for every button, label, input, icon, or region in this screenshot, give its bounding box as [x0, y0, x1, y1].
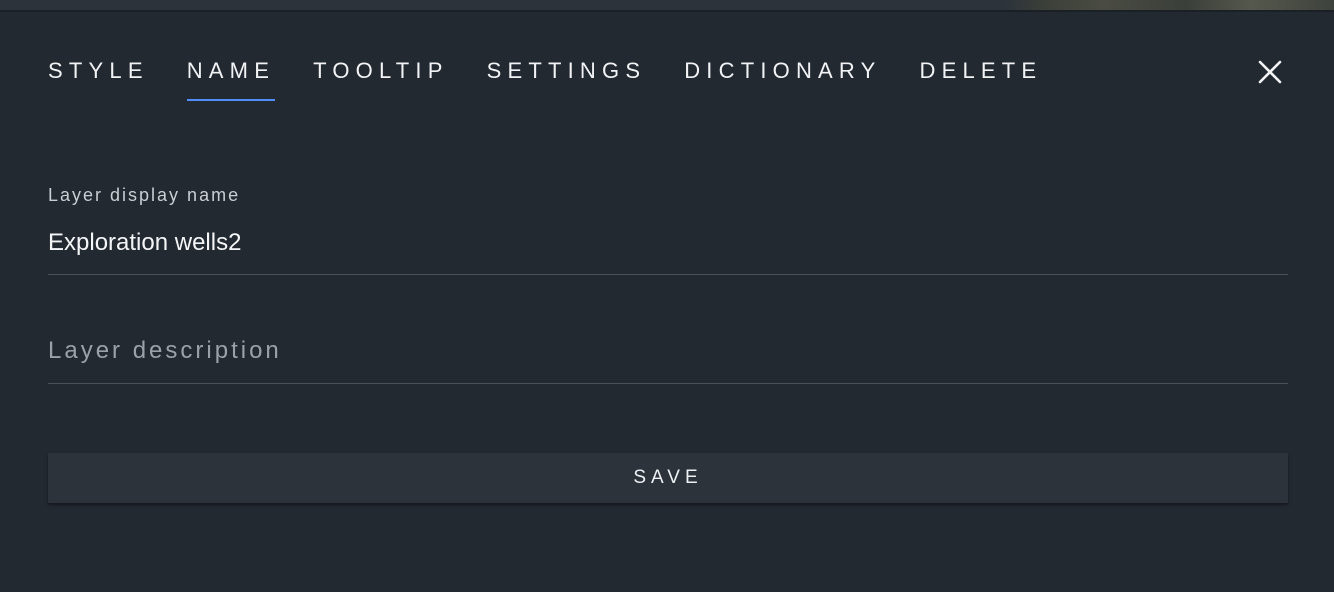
display-name-label: Layer display name [48, 185, 241, 205]
tab-dictionary[interactable]: DICTIONARY [684, 56, 881, 86]
layer-settings-panel: STYLE NAME TOOLTIP SETTINGS DICTIONARY D… [0, 12, 1334, 592]
map-preview-edge [1004, 0, 1334, 10]
tab-style[interactable]: STYLE [48, 56, 149, 86]
display-name-input[interactable] [48, 226, 1288, 260]
description-field [48, 327, 1288, 384]
tab-tooltip[interactable]: TOOLTIP [313, 56, 449, 86]
tab-bar: STYLE NAME TOOLTIP SETTINGS DICTIONARY D… [48, 56, 1080, 116]
description-input[interactable] [48, 333, 1288, 369]
close-button[interactable] [1252, 54, 1288, 90]
save-button[interactable]: SAVE [48, 453, 1288, 503]
tab-delete[interactable]: DELETE [919, 56, 1042, 86]
map-strip [0, 0, 1334, 10]
display-name-field: Layer display name [48, 182, 1288, 275]
tab-settings[interactable]: SETTINGS [487, 56, 647, 86]
tab-name[interactable]: NAME [186, 56, 276, 101]
close-icon [1258, 60, 1282, 84]
